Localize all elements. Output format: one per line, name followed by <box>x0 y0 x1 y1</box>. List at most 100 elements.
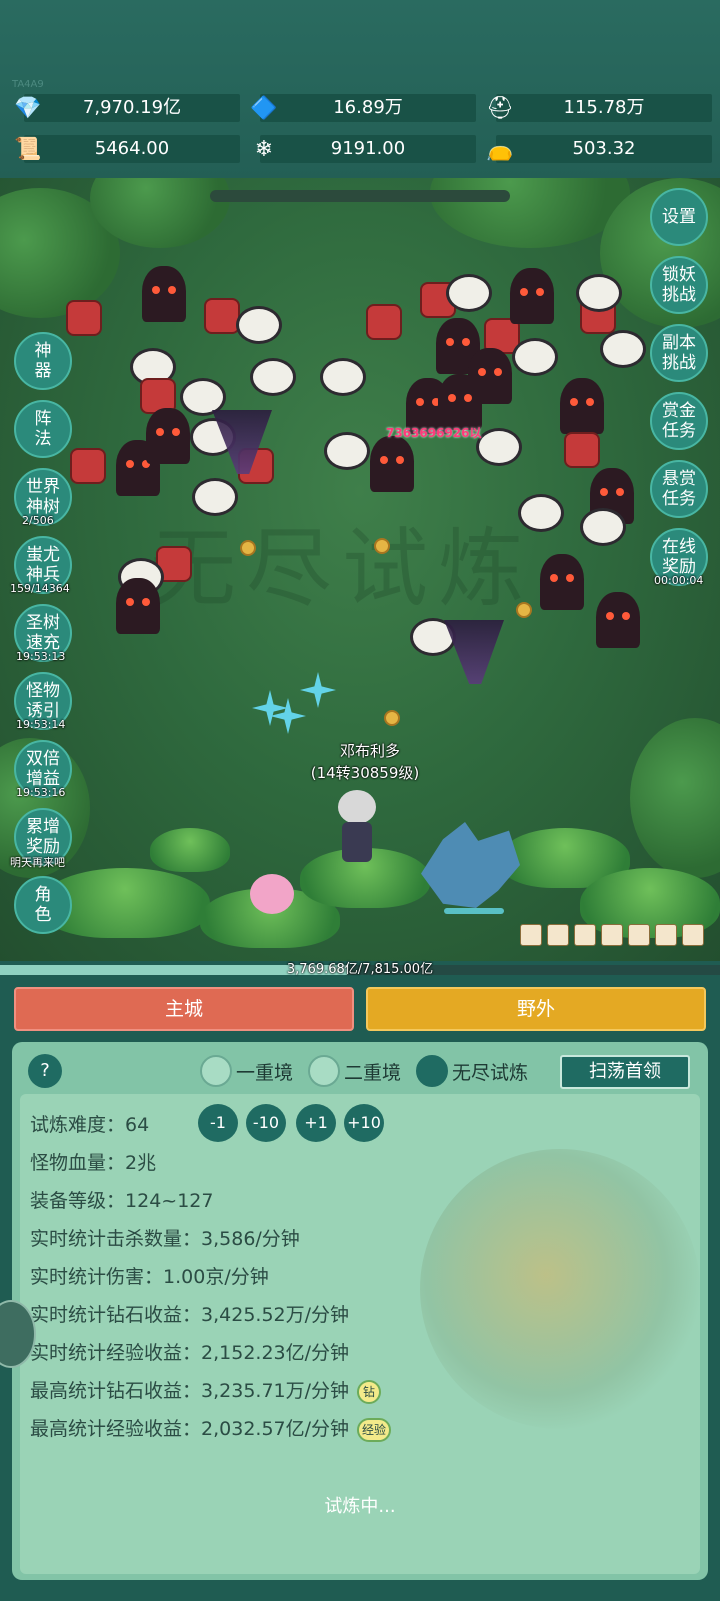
blue-crystal-icon: 🔷 <box>250 95 278 121</box>
trial-panel: ? 一重境 二重境 无尽试炼 扫荡首领 -1 -10 +1 +10 试炼难度：6… <box>12 1042 708 1580</box>
dragon-health-bar <box>444 908 504 914</box>
resource-helmet[interactable]: 115.78万 ⛑ <box>484 92 712 124</box>
resource-scroll[interactable]: 5464.00 📜 <box>12 133 240 165</box>
resource-pouch[interactable]: 503.32 👝 <box>484 133 712 165</box>
monster <box>540 554 584 610</box>
damage-number: 7363696926以 <box>386 426 482 440</box>
resource-row-2: 5464.00 📜 9191.00 ❄ 503.32 👝 <box>12 133 712 165</box>
formation-button[interactable]: 阵法 <box>14 400 72 458</box>
bounty-gold-task-button[interactable]: 赏金 任务 <box>650 392 708 450</box>
monster <box>70 448 106 484</box>
mode-watermark: 无尽试炼 <box>150 519 534 619</box>
wave-progress-bar <box>210 190 510 202</box>
character-button[interactable]: 角色 <box>14 876 72 934</box>
shuriken-effect <box>252 690 288 726</box>
skill-slot-icon[interactable] <box>628 924 650 946</box>
dragon-mount <box>421 822 520 908</box>
help-button[interactable]: ? <box>28 1054 62 1088</box>
resource-value: 5464.00 <box>94 138 170 159</box>
monster <box>204 298 240 334</box>
wild-button[interactable]: 野外 <box>366 987 706 1031</box>
radio-selected-icon <box>416 1055 448 1087</box>
monster <box>512 338 558 376</box>
monster <box>510 268 554 324</box>
resource-header: TA4A9 7,970.19亿 💎 16.89万 🔷 115.78万 ⛑ 546… <box>0 0 720 178</box>
skill-slot-icon[interactable] <box>601 924 623 946</box>
purple-gem-icon: 💎 <box>14 95 42 121</box>
shuriken-effect <box>300 672 336 708</box>
player-hero[interactable] <box>330 790 384 864</box>
monster <box>596 592 640 648</box>
coin-drop <box>384 710 400 726</box>
difficulty-minus-10-button[interactable]: -10 <box>246 1104 286 1142</box>
skill-slot-icon[interactable] <box>547 924 569 946</box>
monster <box>142 266 186 322</box>
monster <box>320 358 366 396</box>
bush-decoration <box>150 828 230 872</box>
difficulty-minus-1-button[interactable]: -1 <box>198 1104 238 1142</box>
skill-slot-icon[interactable] <box>520 924 542 946</box>
shuriken-effect <box>270 698 306 734</box>
monster <box>324 432 370 470</box>
difficulty-plus-1-button[interactable]: +1 <box>296 1104 336 1142</box>
dungeon-challenge-button[interactable]: 副本 挑战 <box>650 324 708 382</box>
monster <box>146 408 190 464</box>
scroll-icon: 📜 <box>14 136 42 162</box>
stat-difficulty: 试炼难度：64 <box>30 1114 150 1136</box>
artifact-button[interactable]: 神器 <box>14 332 72 390</box>
resource-row-1: 7,970.19亿 💎 16.89万 🔷 115.78万 ⛑ <box>12 92 712 124</box>
monster <box>250 358 296 396</box>
monster <box>560 378 604 434</box>
double-buff-timer: 19:53:16 <box>16 786 66 799</box>
monster <box>366 304 402 340</box>
monster <box>600 330 646 368</box>
monster <box>236 306 282 344</box>
chiyou-weapon-counter: 159/14364 <box>10 582 70 595</box>
battle-scene[interactable]: 无尽试炼 7363696926以 邓布利多 (14转30859级) 神 器 阵 … <box>0 178 720 961</box>
radio-icon <box>308 1055 340 1087</box>
radio-icon <box>200 1055 232 1087</box>
mode-option-3[interactable]: 无尽试炼 <box>416 1054 528 1088</box>
main-city-button[interactable]: 主城 <box>14 987 354 1031</box>
demon-lock-challenge-button[interactable]: 锁妖 挑战 <box>650 256 708 314</box>
skill-slot-icon[interactable] <box>574 924 596 946</box>
monster <box>66 300 102 336</box>
monster <box>580 508 626 546</box>
ice-crystal-icon: ❄ <box>254 136 274 162</box>
stat-damage-rate: 实时统计伤害：1.00京/分钟 <box>30 1266 269 1288</box>
settings-button[interactable]: 设置 <box>650 188 708 246</box>
experience-text: 3,769.68亿/7,815.00亿 <box>286 962 434 977</box>
stat-kill-rate: 实时统计击杀数量：3,586/分钟 <box>30 1228 300 1250</box>
resource-value: 503.32 <box>572 138 636 159</box>
monster <box>116 578 160 634</box>
coin-drop <box>516 602 532 618</box>
resource-value: 9191.00 <box>330 138 406 159</box>
tree-decoration <box>430 178 630 248</box>
world-tree-counter: 2/506 <box>22 514 54 527</box>
monster <box>192 478 238 516</box>
online-reward-timer: 00:00:04 <box>654 574 704 587</box>
resource-ice[interactable]: 9191.00 ❄ <box>248 133 476 165</box>
cumulative-reward-note: 明天再来吧 <box>10 856 65 869</box>
resource-diamond[interactable]: 7,970.19亿 💎 <box>12 92 240 124</box>
stat-max-diamond-rate: 最高统计钻石收益：3,235.71万/分钟钻 <box>30 1376 382 1404</box>
tornado-effect <box>444 620 504 684</box>
purple-pouch-icon: 👝 <box>486 136 514 162</box>
resource-crystal[interactable]: 16.89万 🔷 <box>248 92 476 124</box>
skill-slot-icon[interactable] <box>655 924 677 946</box>
version-label: TA4A9 <box>12 79 44 90</box>
coin-drop <box>374 538 390 554</box>
tiger-illustration <box>420 1149 700 1429</box>
monster <box>476 428 522 466</box>
monster <box>564 432 600 468</box>
sweep-boss-button[interactable]: 扫荡首领 <box>560 1055 690 1089</box>
reward-task-button[interactable]: 悬赏 任务 <box>650 460 708 518</box>
monster <box>370 436 414 492</box>
mode-option-2[interactable]: 二重境 <box>308 1054 401 1088</box>
skill-slot-icon[interactable] <box>682 924 704 946</box>
holy-tree-timer: 19:53:13 <box>16 650 66 663</box>
resource-value: 7,970.19亿 <box>82 97 182 118</box>
stat-exp-rate: 实时统计经验收益：2,152.23亿/分钟 <box>30 1342 350 1364</box>
difficulty-plus-10-button[interactable]: +10 <box>344 1104 384 1142</box>
mode-option-1[interactable]: 一重境 <box>200 1054 293 1088</box>
